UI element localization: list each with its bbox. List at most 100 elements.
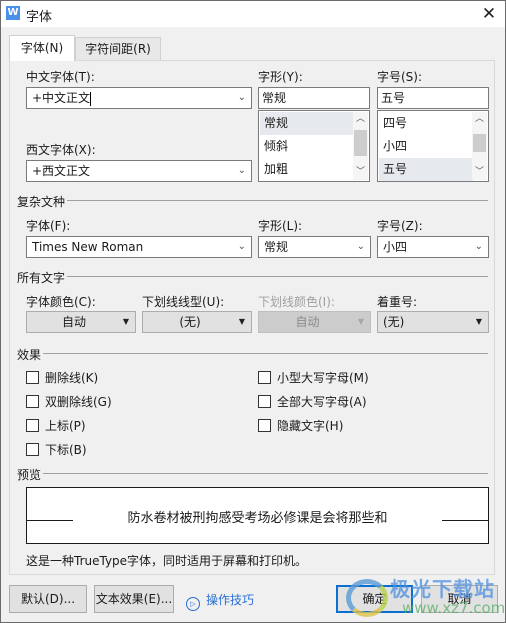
section-divider: [17, 276, 488, 277]
ok-button[interactable]: 确定: [336, 585, 413, 613]
all-caps-checkbox[interactable]: 全部大写字母(A): [258, 395, 367, 411]
style-label: 字形(Y):: [258, 70, 303, 84]
chevron-down-icon: ⌄: [237, 241, 246, 252]
tips-label: 操作技巧: [206, 593, 255, 607]
western-font-combo[interactable]: +西文正文 ⌄: [26, 160, 252, 182]
complex-size-combo[interactable]: 小四 ⌄: [377, 236, 489, 258]
default-button[interactable]: 默认(D)...: [9, 585, 87, 613]
section-title: 效果: [17, 346, 44, 363]
font-tab-panel: 中文字体(T): 字形(Y): 字号(S): +中文正文 ⌄ 常规 常规 倾斜 …: [9, 60, 495, 575]
size-option-5[interactable]: 五号: [379, 158, 473, 181]
style-scrollbar[interactable]: ︿ ﹀: [353, 112, 368, 180]
checkbox-label: 小型大写字母(M): [277, 371, 369, 385]
style-option-bold[interactable]: 加粗: [260, 158, 354, 181]
tab-font[interactable]: 字体(N): [9, 35, 75, 61]
checkbox-label: 双删除线(G): [45, 395, 112, 409]
play-icon: ▷: [186, 597, 200, 611]
section-title: 复杂文种: [17, 193, 68, 210]
font-color-label: 字体颜色(C):: [26, 295, 96, 309]
style-option-regular[interactable]: 常规: [260, 112, 354, 135]
strikethrough-checkbox[interactable]: 删除线(K): [26, 371, 98, 387]
all-text-section: 所有文字: [17, 269, 488, 286]
size-listbox[interactable]: 四号 小四 五号 ︿ ﹀: [377, 110, 489, 182]
section-divider: [17, 353, 488, 354]
triangle-down-icon: ▼: [122, 317, 129, 326]
checkbox-label: 隐藏文字(H): [277, 419, 344, 433]
checkbox-box[interactable]: [258, 395, 271, 408]
chinese-font-value: +中文正文: [32, 91, 91, 105]
checkbox-box[interactable]: [26, 371, 39, 384]
effects-section: 效果: [17, 346, 488, 363]
size-scrollbar[interactable]: ︿ ﹀: [472, 112, 487, 180]
size-option-4[interactable]: 四号: [379, 112, 473, 135]
scrollbar-thumb[interactable]: [473, 134, 486, 152]
emphasis-value: (无): [383, 315, 405, 329]
small-caps-checkbox[interactable]: 小型大写字母(M): [258, 371, 369, 387]
font-color-dropdown[interactable]: 自动 ▼: [26, 311, 136, 333]
size-option-small-4[interactable]: 小四: [379, 135, 473, 158]
complex-font-value: Times New Roman: [32, 240, 144, 254]
complex-style-label: 字形(L):: [258, 219, 303, 233]
checkbox-box[interactable]: [26, 395, 39, 408]
complex-style-value: 常规: [264, 240, 289, 254]
complex-style-combo[interactable]: 常规 ⌄: [258, 236, 371, 258]
checkbox-box[interactable]: [26, 419, 39, 432]
scroll-down-icon[interactable]: ﹀: [472, 165, 487, 180]
close-button[interactable]: ✕: [479, 4, 499, 24]
underline-type-label: 下划线线型(U):: [142, 295, 225, 309]
checkbox-label: 下标(B): [45, 443, 87, 457]
style-option-italic[interactable]: 倾斜: [260, 135, 354, 158]
section-title: 预览: [17, 466, 44, 483]
section-divider: [17, 473, 488, 474]
complex-script-section: 复杂文种: [17, 193, 488, 210]
chinese-font-label: 中文字体(T):: [26, 70, 95, 84]
section-divider: [17, 200, 488, 201]
preview-section: 预览: [17, 466, 488, 483]
triangle-down-icon: ▼: [475, 317, 482, 326]
section-title: 所有文字: [17, 269, 68, 286]
underline-color-label: 下划线颜色(I):: [258, 295, 335, 309]
complex-size-label: 字号(Z):: [377, 219, 423, 233]
close-icon: ✕: [481, 4, 497, 24]
western-font-value: +西文正文: [32, 164, 91, 178]
preview-sample-text: 防水卷材被刑拘感受考场必修课是会将那些和: [127, 511, 388, 526]
font-dialog: W 字体 ✕ 字体(N) 字符间距(R) 中文字体(T): 字形(Y): 字号(…: [0, 0, 506, 623]
superscript-checkbox[interactable]: 上标(P): [26, 419, 86, 435]
size-input[interactable]: 五号: [377, 87, 489, 109]
text-effects-button[interactable]: 文本效果(E)...: [94, 585, 174, 613]
western-font-label: 西文字体(X):: [26, 143, 96, 157]
style-listbox[interactable]: 常规 倾斜 加粗 ︿ ﹀: [258, 110, 370, 182]
chinese-font-combo[interactable]: +中文正文 ⌄: [26, 87, 252, 109]
emphasis-dropdown[interactable]: (无) ▼: [377, 311, 489, 333]
title-bar: W 字体 ✕: [1, 1, 505, 27]
double-strikethrough-checkbox[interactable]: 双删除线(G): [26, 395, 112, 411]
tips-link[interactable]: ▷ 操作技巧: [186, 591, 254, 611]
font-color-value: 自动: [61, 315, 86, 329]
scrollbar-thumb[interactable]: [354, 130, 367, 156]
chevron-down-icon: ⌄: [356, 241, 365, 252]
emphasis-label: 着重号:: [377, 295, 418, 309]
checkbox-box[interactable]: [258, 419, 271, 432]
checkbox-label: 全部大写字母(A): [277, 395, 367, 409]
scroll-down-icon[interactable]: ﹀: [353, 165, 368, 180]
text-caret: [90, 91, 92, 106]
subscript-checkbox[interactable]: 下标(B): [26, 443, 87, 459]
wps-app-icon: W: [6, 6, 20, 20]
cancel-button[interactable]: 取消: [421, 585, 498, 613]
hidden-text-checkbox[interactable]: 隐藏文字(H): [258, 419, 343, 435]
checkbox-box[interactable]: [258, 371, 271, 384]
complex-size-value: 小四: [383, 240, 408, 254]
dialog-title: 字体: [26, 10, 53, 25]
style-input[interactable]: 常规: [258, 87, 370, 109]
tab-character-spacing[interactable]: 字符间距(R): [75, 37, 161, 60]
underline-type-dropdown[interactable]: (无) ▼: [142, 311, 252, 333]
complex-font-combo[interactable]: Times New Roman ⌄: [26, 236, 252, 258]
complex-font-label: 字体(F):: [26, 219, 71, 233]
scroll-up-icon[interactable]: ︿: [472, 112, 487, 127]
scroll-up-icon[interactable]: ︿: [353, 112, 368, 127]
checkbox-label: 删除线(K): [45, 371, 99, 385]
checkbox-box[interactable]: [26, 443, 39, 456]
underline-type-value: (无): [179, 315, 201, 329]
chevron-down-icon: ⌄: [474, 241, 483, 252]
preview-box: 防水卷材被刑拘感受考场必修课是会将那些和: [26, 487, 489, 544]
